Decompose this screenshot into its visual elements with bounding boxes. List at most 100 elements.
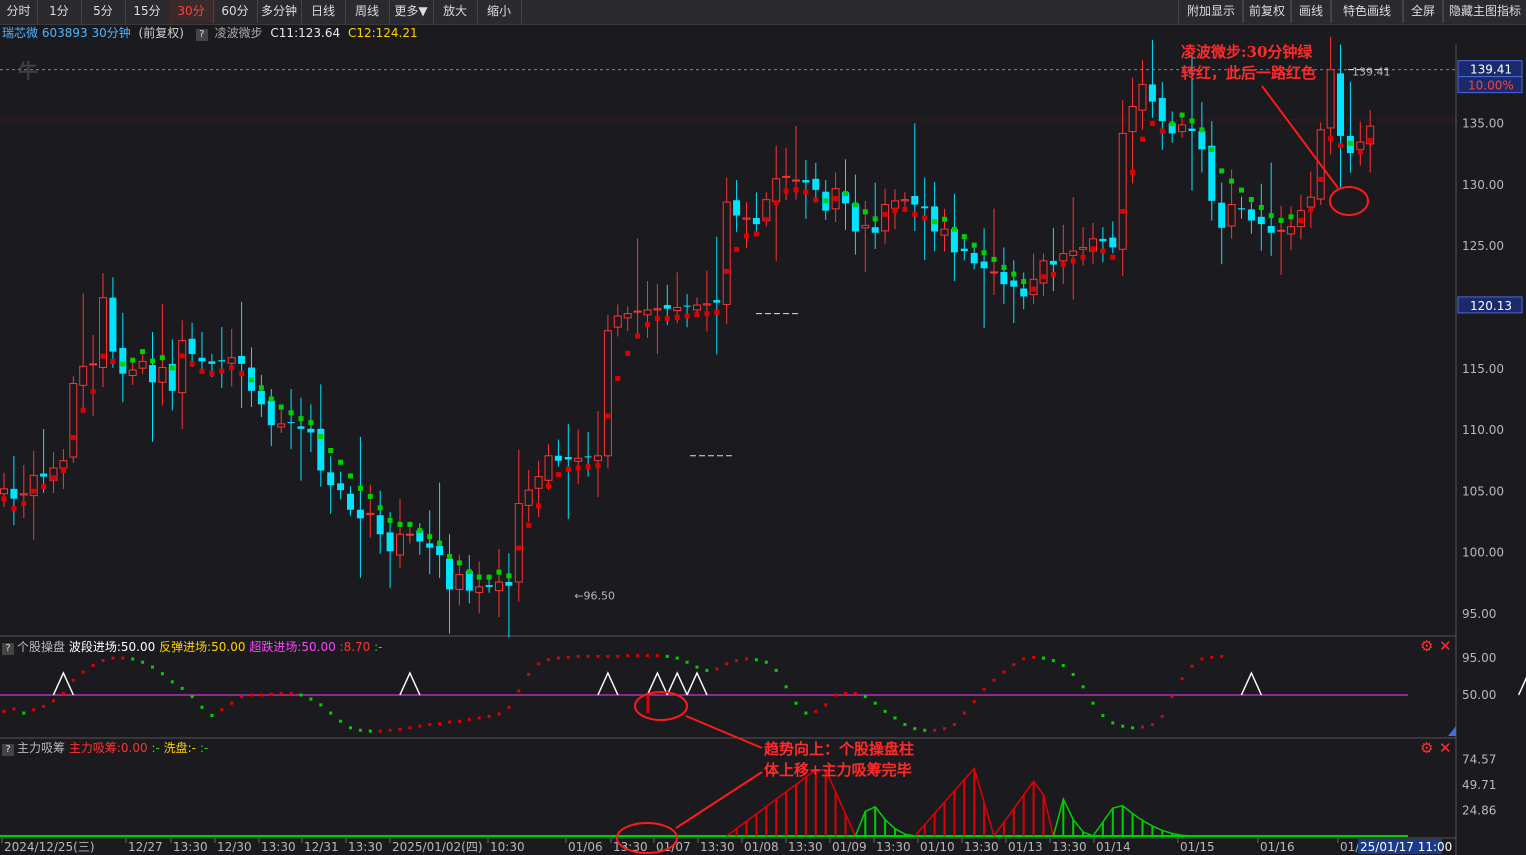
candle-body [1218,202,1226,228]
help-icon[interactable]: ? [2,643,14,655]
support-dot [932,219,938,225]
sub1-point [675,656,679,660]
support-dot [1338,143,1343,149]
support-dot [318,433,324,439]
sub1-point [527,673,531,676]
x-tick: 13:30 [261,840,296,854]
sub1-point [1170,695,1174,699]
support-dot [773,200,779,206]
candle-body [356,509,364,519]
candle-body [584,456,592,458]
sub1-point [844,691,847,695]
candle-body [198,357,206,362]
candle-body [544,455,553,481]
chart-canvas[interactable]: 牛 ←96.50139.41 135.00130.00125.00120.001… [0,0,1526,855]
candle-body [950,229,958,253]
candle-body [1178,124,1187,133]
candle-body [683,305,691,307]
support-dot [476,574,482,580]
candle-body [19,493,28,496]
support-dot [1298,217,1304,223]
support-dot [1149,121,1155,127]
support-dot [635,333,641,339]
support-dot [625,350,631,356]
candle-body [514,503,523,583]
sub1-point [636,654,640,658]
candle-body [1277,229,1286,232]
sub1-point [982,687,986,691]
sub1-y-tick: 50.00 [1462,688,1496,702]
sub1-point [695,665,699,669]
sub1-point [418,724,422,728]
x-tick: 10:30 [490,840,525,854]
corner-arrow [1448,726,1456,736]
sub1-point [1160,714,1164,718]
sub1-point [487,714,491,718]
support-dot [813,197,819,203]
support-dot [833,195,839,201]
candle-body [702,303,711,306]
support-dot [555,472,561,478]
sub1-point [1032,655,1036,659]
sub1-point [448,720,451,724]
candle-body [911,195,919,205]
sub1-point [1121,724,1125,728]
candle-body [1000,271,1008,285]
sub1-point [91,663,95,667]
sub1-point [1071,673,1075,676]
sub1-l4: :8.70 [339,640,371,654]
signal-triangle [1240,671,1263,696]
sub1-point [517,689,521,693]
sub1-point [784,685,788,689]
support-dot [407,521,413,527]
help-icon[interactable]: ? [2,744,14,756]
support-dot [278,404,284,410]
candle-body [386,532,394,552]
sub1-point [794,701,798,705]
candle-body [485,585,493,587]
x-tick: 13:30 [173,840,208,854]
candle-body [109,297,117,352]
sub1-point [754,658,758,662]
sub1-point [42,704,46,708]
sub1-close-icon[interactable]: ✕ [1439,638,1452,654]
candle-body [603,330,612,457]
support-dot [1219,168,1225,174]
support-dot [447,554,452,560]
candle-body [1326,69,1335,129]
support-dot [714,309,720,315]
candle-body [277,423,286,428]
sub2-close-icon[interactable]: ✕ [1439,740,1452,756]
sub2-gear-icon[interactable]: ⚙ [1420,740,1433,756]
support-dot [823,198,829,204]
sub1-point [457,719,461,723]
candle-body [1247,209,1255,221]
support-dot [11,505,17,511]
main-y-tick: 105.00 [1462,484,1504,498]
sub1-point [1091,701,1095,705]
candle-body [138,360,147,369]
sub1-point [903,723,907,727]
candle-body [307,428,315,433]
support-dot [1031,286,1037,292]
sub1-point [814,709,818,713]
low-price-marker: ←96.50 [574,589,615,602]
candle-body [426,543,434,548]
sub1-gear-icon[interactable]: ⚙ [1420,638,1433,654]
signal-triangle [1517,676,1526,696]
sub1-point [368,729,372,733]
sub1-l5: :- [374,640,383,654]
sub1-point [705,668,709,672]
support-dot [298,416,304,422]
support-dot [1,496,7,502]
sub1-point [111,656,115,660]
main-y-tick: 95.00 [1462,607,1496,621]
support-dot [338,459,344,465]
candle-body [376,515,384,535]
sub1-point [81,670,85,674]
support-dot [1021,279,1027,285]
candle-body [59,460,68,469]
sub1-point [428,723,432,727]
candle-body [623,313,632,319]
support-dot [1080,254,1086,260]
